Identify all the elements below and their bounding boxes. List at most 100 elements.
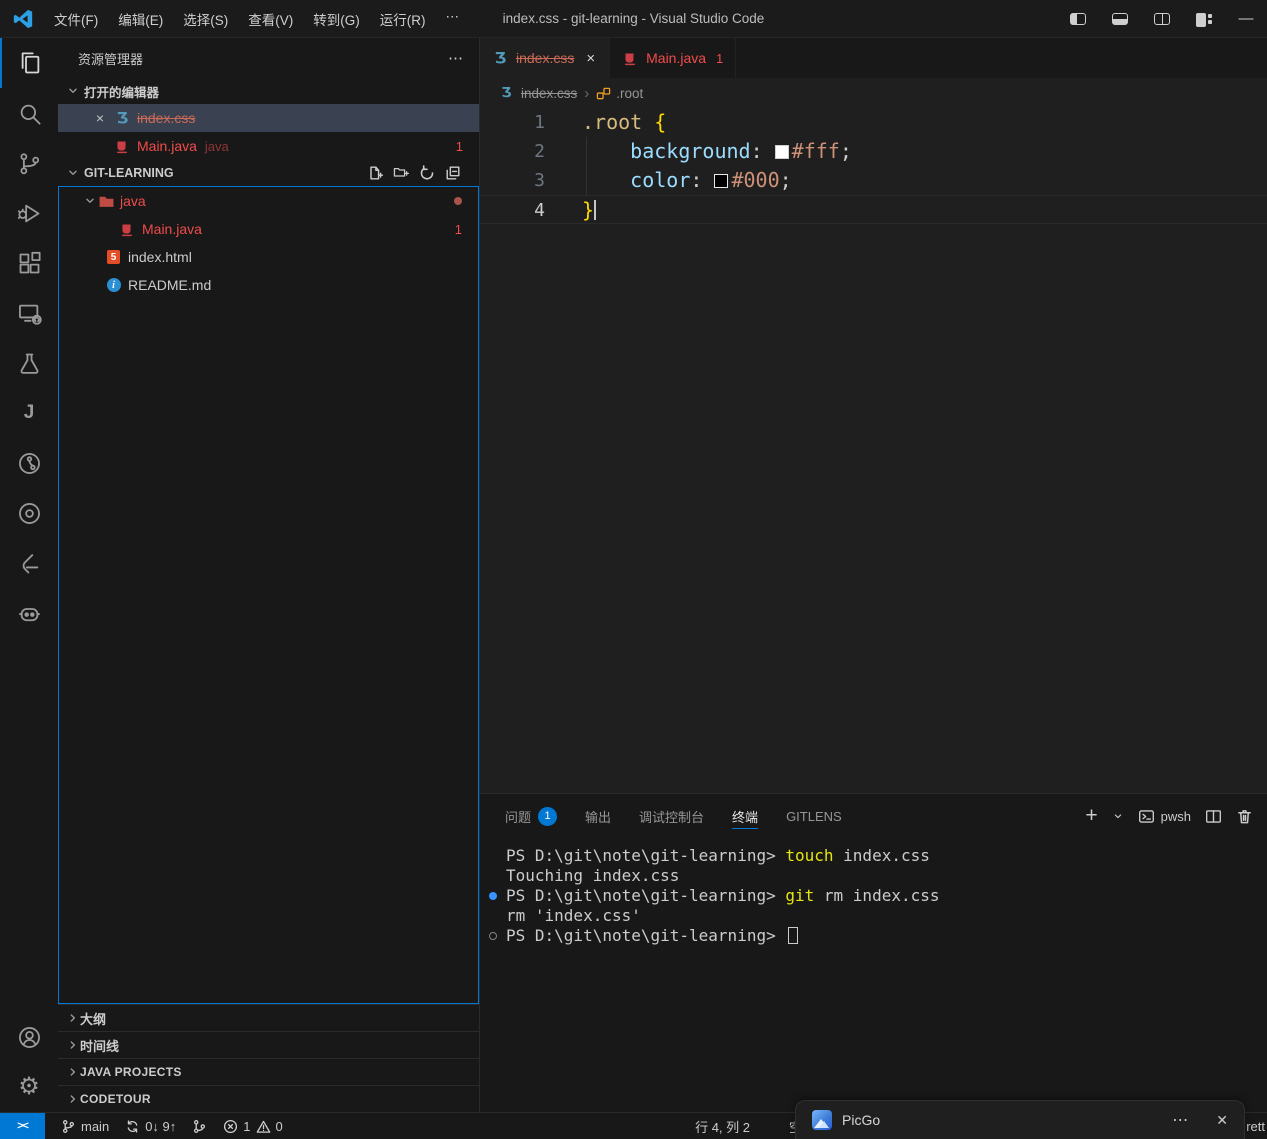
run-debug-icon [16, 200, 43, 227]
color-swatch-black[interactable] [714, 174, 728, 188]
panel-layout-icon [1112, 13, 1128, 25]
close-editor-icon[interactable]: × [92, 110, 108, 126]
terminal-line: PS D:\git\note\git-learning> git rm inde… [506, 886, 1257, 906]
explorer-more-actions-button[interactable]: ⋯ [448, 49, 465, 67]
new-terminal-button[interactable]: + [1085, 804, 1097, 828]
panel-tabs: 问题 1 输出 调试控制台 终端 GITLENS + pwsh [480, 794, 1267, 838]
code-editor[interactable]: 1 .root { 2 background: #fff; 3 color: #… [480, 108, 1267, 793]
problem-count-badge: 1 [456, 139, 463, 154]
gitlens-activity-button[interactable] [0, 438, 58, 488]
toggle-sidebar-button[interactable] [1057, 0, 1099, 38]
project-section-header[interactable]: GIT-LEARNING [58, 160, 479, 186]
java-file-icon [114, 138, 131, 154]
toggle-panel-button[interactable] [1099, 0, 1141, 38]
menu-edit[interactable]: 编辑(E) [108, 4, 173, 34]
open-editor-label: Main.java [137, 138, 197, 154]
open-editor-desc: java [205, 139, 229, 154]
menu-go[interactable]: 转到(G) [303, 4, 370, 34]
close-tab-icon[interactable]: × [584, 50, 597, 67]
menu-view[interactable]: 查看(V) [238, 4, 303, 34]
explorer-activity-button[interactable] [0, 38, 58, 88]
menu-selection[interactable]: 选择(S) [173, 4, 238, 34]
code-line-current: 4 } [480, 195, 1267, 224]
breadcrumb-file[interactable]: index.css [521, 86, 577, 101]
search-activity-button[interactable] [0, 88, 58, 138]
extensions-activity-button[interactable] [0, 238, 58, 288]
java-projects-activity-button[interactable]: J [0, 388, 58, 438]
codetour-section-header[interactable]: CODETOUR [58, 1085, 479, 1112]
new-folder-icon[interactable] [393, 165, 409, 181]
tab-gitlens[interactable]: GITLENS [786, 794, 842, 838]
java-projects-section-header[interactable]: JAVA PROJECTS [58, 1058, 479, 1085]
branch-status-item[interactable]: main [61, 1119, 109, 1134]
terminal-output[interactable]: PS D:\git\note\git-learning> touch index… [506, 846, 1257, 1112]
open-editor-row-indexcss[interactable]: × Ʒ index.css [58, 104, 479, 132]
menu-run[interactable]: 运行(R) [370, 4, 436, 34]
outline-section-header[interactable]: 大纲 [58, 1004, 479, 1031]
open-editors-header[interactable]: 打开的编辑器 [58, 78, 479, 104]
section-label: JAVA PROJECTS [80, 1065, 182, 1079]
new-file-icon[interactable] [367, 165, 383, 181]
source-control-activity-button[interactable] [0, 138, 58, 188]
problem-count-badge: 1 [455, 222, 462, 237]
prettier-item-fragment[interactable]: rett [1246, 1119, 1265, 1134]
tab-terminal[interactable]: 终端 [732, 794, 758, 838]
warning-icon [256, 1119, 271, 1134]
remote-indicator-button[interactable]: >< [0, 1113, 45, 1139]
terminal-instance-pwsh[interactable]: pwsh [1138, 808, 1191, 825]
tree-row-readme[interactable]: i README.md [59, 271, 478, 299]
refresh-icon[interactable] [419, 165, 435, 181]
remote-explorer-activity-button[interactable] [0, 288, 58, 338]
chevron-right-icon [66, 1065, 80, 1079]
code-line: 2 background: #fff; [480, 137, 1267, 166]
breadcrumb: Ʒ index.css › .root [480, 78, 1267, 108]
project-name-label: GIT-LEARNING [84, 166, 174, 180]
chevron-right-icon [66, 1038, 80, 1052]
tab-mainjava[interactable]: Main.java 1 [610, 38, 736, 78]
ai-assistant-activity-button[interactable] [0, 588, 58, 638]
tree-row-indexhtml[interactable]: 5 index.html [59, 243, 478, 271]
chevron-right-icon [66, 1011, 80, 1025]
tree-row-mainjava[interactable]: Main.java 1 [59, 215, 478, 243]
tab-indexcss[interactable]: Ʒ index.css × [480, 38, 610, 78]
command-pending-circle [489, 932, 497, 940]
settings-button[interactable]: ⚙ [0, 1062, 58, 1112]
problems-status-item[interactable]: 1 0 [223, 1119, 282, 1134]
customize-layout-button[interactable] [1183, 0, 1225, 38]
tab-problems[interactable]: 问题 1 [505, 794, 557, 838]
tree-row-java-folder[interactable]: java [59, 187, 478, 215]
toast-close-icon[interactable]: ✕ [1216, 1112, 1228, 1129]
timeline-section-header[interactable]: 时间线 [58, 1031, 479, 1058]
collapse-all-icon[interactable] [445, 165, 461, 181]
kill-terminal-trash-icon[interactable] [1236, 808, 1253, 825]
menu-file[interactable]: 文件(F) [44, 4, 108, 34]
picgo-notification-toast: PicGo ⋯ ✕ [795, 1100, 1245, 1139]
terminal-dropdown-icon[interactable] [1112, 808, 1124, 825]
source-control-graph-item[interactable] [192, 1119, 207, 1134]
leetcode-activity-button[interactable] [0, 538, 58, 588]
sync-status-item[interactable]: 0↓ 9↑ [125, 1119, 176, 1134]
tab-debug-console[interactable]: 调试控制台 [639, 794, 704, 838]
record-activity-button[interactable] [0, 488, 58, 538]
color-swatch-white[interactable] [775, 145, 789, 159]
breadcrumb-symbol[interactable]: .root [616, 86, 643, 101]
minimize-button[interactable]: — [1225, 0, 1267, 38]
toast-more-button[interactable]: ⋯ [1172, 1110, 1190, 1130]
accounts-button[interactable] [0, 1012, 58, 1062]
gitlens-icon [16, 450, 43, 477]
cursor-position-item[interactable]: 行 4, 列 2 [695, 1117, 750, 1136]
window-controls: — [1057, 0, 1267, 37]
sync-counts: 0↓ 9↑ [145, 1119, 176, 1134]
activity-bar: J ⚙ [0, 38, 58, 1112]
split-terminal-icon[interactable] [1205, 808, 1222, 825]
editor-group: Ʒ index.css × Main.java 1 Ʒ index.css › … [480, 38, 1267, 1112]
tab-output[interactable]: 输出 [585, 794, 611, 838]
toggle-secondary-sidebar-button[interactable] [1141, 0, 1183, 38]
sidebar-layout-icon [1070, 13, 1086, 25]
open-editor-row-mainjava[interactable]: Main.java java 1 [58, 132, 479, 160]
menu-more-button[interactable]: ⋯ [436, 4, 470, 34]
testing-activity-button[interactable] [0, 338, 58, 388]
sync-icon [125, 1119, 140, 1134]
leetcode-icon [16, 550, 43, 577]
run-debug-activity-button[interactable] [0, 188, 58, 238]
